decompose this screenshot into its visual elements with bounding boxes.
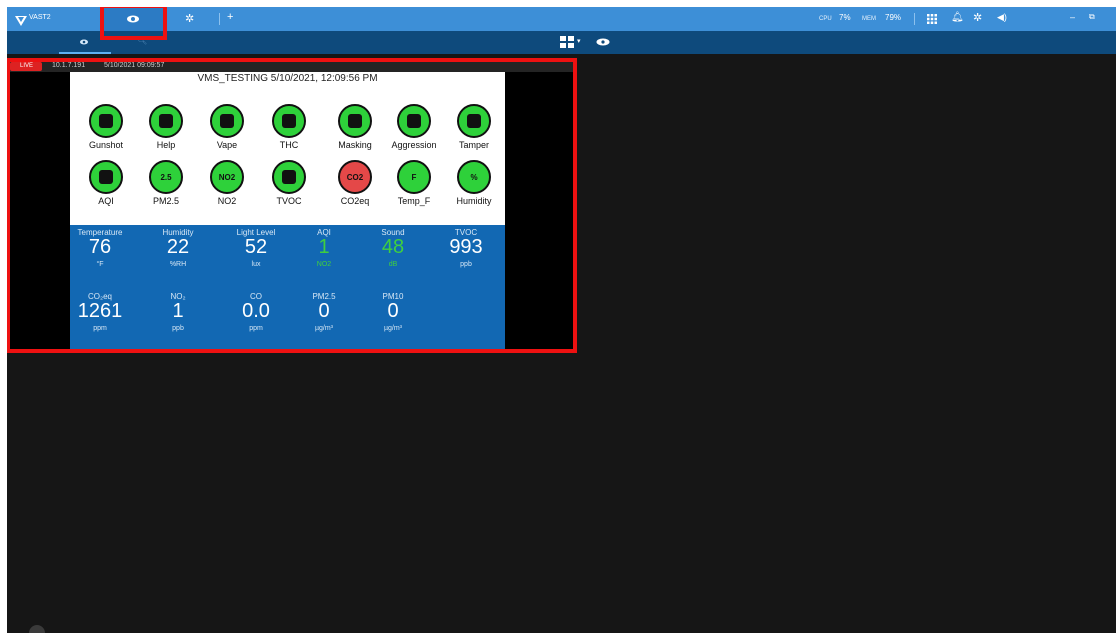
layout-icon[interactable] (560, 36, 574, 48)
eye-icon[interactable] (80, 39, 88, 45)
add-tab-button[interactable]: + (227, 11, 233, 23)
chevron-down-icon[interactable]: ▾ (577, 37, 581, 45)
app-logo (15, 13, 27, 31)
grid-apps-icon[interactable] (927, 14, 937, 24)
bell-icon[interactable]: 🔔︎ (951, 12, 964, 23)
tab-divider (219, 13, 220, 25)
camera-highlight (7, 58, 577, 353)
speaker-icon[interactable]: ◀︎) (997, 12, 1007, 23)
tab-highlight (100, 7, 167, 40)
app-title: VAST2 (29, 14, 51, 21)
restore-button[interactable]: ⧉ (1089, 12, 1095, 22)
app-window: VAST2 ✲ + CPU 7% MEM 79% 🔔︎ ✲ ◀︎) – ⧉ 🔍︎ (7, 7, 1116, 633)
minimize-button[interactable]: – (1070, 12, 1075, 22)
sub-bar: 🔍︎ ▾ (7, 31, 1116, 54)
top-bar: VAST2 ✲ + CPU 7% MEM 79% 🔔︎ ✲ ◀︎) – ⧉ (7, 7, 1116, 31)
corner-handle[interactable] (29, 625, 45, 633)
settings-tab-icon[interactable]: ✲ (185, 12, 194, 25)
gear-icon[interactable]: ✲ (973, 11, 982, 24)
cpu-value: 7% (839, 13, 851, 22)
mem-label: MEM (862, 16, 876, 22)
status-divider (914, 13, 915, 25)
cpu-label: CPU (819, 16, 832, 22)
mem-value: 79% (885, 13, 902, 22)
logo-icon (15, 16, 27, 26)
hub-icon[interactable] (596, 38, 610, 46)
